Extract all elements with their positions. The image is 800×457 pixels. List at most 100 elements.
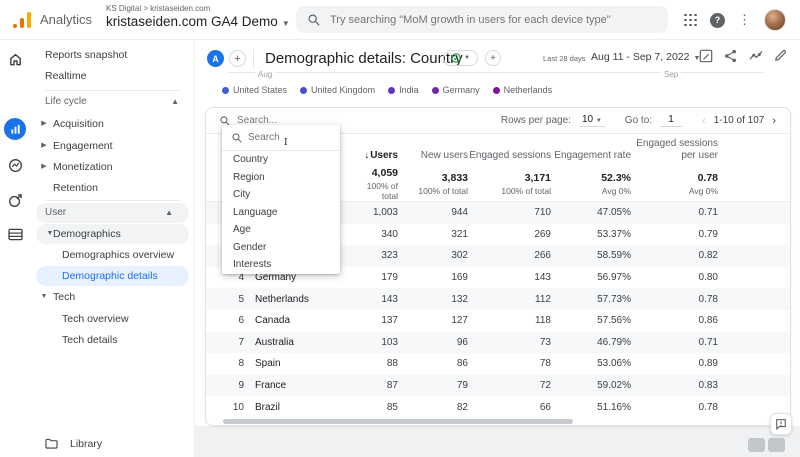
horizontal-scrollbar[interactable] — [223, 419, 573, 424]
check-circle-icon — [451, 53, 461, 63]
sidebar-item-demographics-overview[interactable]: Demographics overview — [30, 245, 195, 265]
cell-users: 87 — [386, 380, 398, 392]
legend-item: Netherlands — [492, 85, 552, 95]
overlay-control[interactable] — [768, 438, 785, 452]
dropdown-item-age[interactable]: Age — [222, 221, 340, 239]
sidebar-item-acquisition[interactable]: ▶ Acquisition — [30, 114, 195, 134]
cell-new-users: 79 — [456, 380, 468, 392]
expand-down-icon: ▼ — [40, 293, 48, 300]
cell-engaged-sessions: 118 — [535, 315, 551, 327]
legend-item: United Kingdom — [300, 85, 375, 95]
column-header-new-users[interactable]: New users — [398, 150, 468, 162]
cell-engaged-per-user: 0.78 — [698, 293, 718, 305]
help-icon[interactable]: ? — [710, 12, 725, 28]
axis-label-sep: Sep — [661, 70, 682, 79]
rows-per-page-label: Rows per page: — [500, 115, 571, 126]
explore-icon[interactable] — [8, 158, 24, 174]
brand-label: Analytics — [40, 12, 93, 27]
more-options-icon[interactable]: ⋮ — [738, 12, 751, 28]
sidebar-item-library[interactable]: Library — [30, 434, 195, 454]
reports-icon[interactable] — [4, 118, 26, 140]
edit-pencil-icon[interactable] — [774, 49, 788, 63]
rows-per-page-select[interactable]: 10 ▼ — [578, 114, 605, 127]
home-icon[interactable] — [8, 52, 24, 68]
sidebar-divider — [45, 90, 180, 91]
workspace-avatar[interactable]: A — [207, 50, 224, 67]
cell-new-users: 944 — [451, 207, 468, 219]
cell-engaged-sessions: 73 — [539, 336, 551, 348]
cell-users: 340 — [381, 228, 398, 240]
share-icon[interactable] — [724, 49, 738, 63]
dropdown-item-language[interactable]: Language — [222, 204, 340, 222]
sidebar-item-monetization[interactable]: ▶ Monetization — [30, 157, 195, 177]
admin-table-icon[interactable] — [8, 228, 24, 244]
sidebar-item-realtime[interactable]: Realtime — [30, 66, 195, 86]
legend-dot — [222, 86, 229, 94]
cell-engagement-rate: 58.59% — [597, 250, 631, 262]
row-index: 7 — [238, 336, 244, 348]
dropdown-item-region[interactable]: Region — [222, 169, 340, 187]
add-report-button[interactable]: + — [485, 50, 501, 66]
row-index: 5 — [238, 293, 244, 305]
nav-rail: ⚙ — [0, 40, 30, 457]
dropdown-item-interests[interactable]: Interests — [222, 256, 340, 274]
dropdown-search[interactable] — [222, 125, 340, 151]
sidebar-item-tech[interactable]: ▼ Tech — [30, 287, 195, 307]
apps-grid-icon[interactable] — [684, 13, 697, 27]
cell-engagement-rate: 57.56% — [597, 315, 631, 327]
chevron-down-icon: ▼ — [281, 19, 290, 28]
expand-down-icon: ▼ — [46, 230, 54, 237]
dropdown-search-input[interactable] — [248, 132, 318, 143]
column-header-engagement-rate[interactable]: Engagement rate — [551, 150, 631, 162]
goto-page-input[interactable]: 1 — [660, 114, 683, 127]
sidebar-item-retention[interactable]: Retention — [30, 178, 195, 198]
cell-new-users: 169 — [451, 272, 468, 284]
date-range-picker[interactable]: Aug 11 - Sep 7, 2022 ▼ — [591, 51, 700, 63]
global-search[interactable] — [296, 6, 668, 33]
chart-axis-line — [228, 72, 763, 73]
sidebar-item-tech-details[interactable]: Tech details — [30, 330, 195, 350]
user-avatar[interactable] — [764, 9, 786, 31]
sidebar-divider — [45, 200, 180, 201]
goto-label: Go to: — [624, 115, 653, 126]
advertising-icon[interactable] — [8, 193, 24, 209]
account-switcher[interactable]: KS Digital > kristaseiden.com kristaseid… — [106, 4, 290, 29]
cell-engaged-per-user: 0.78 — [698, 401, 718, 413]
sidebar-item-engagement[interactable]: ▶ Engagement — [30, 136, 195, 156]
prev-page-icon[interactable]: ‹ — [702, 115, 706, 127]
reports-sidebar: Reports snapshot Realtime Life cycle ▲ ▶ A… — [30, 40, 195, 457]
column-header-engaged-sessions[interactable]: Engaged sessions — [468, 150, 551, 162]
sidebar-item-demographic-details[interactable]: Demographic details — [36, 266, 189, 286]
cell-new-users: 127 — [451, 315, 468, 327]
customize-report-icon[interactable] — [699, 49, 713, 63]
row-index: 10 — [232, 401, 244, 413]
sidebar-item-reports-snapshot[interactable]: Reports snapshot — [30, 45, 195, 65]
sidebar-section-life-cycle[interactable]: Life cycle ▲ — [30, 92, 195, 112]
overlay-control[interactable] — [748, 438, 765, 452]
folder-icon — [45, 438, 58, 449]
cell-engaged-sessions: 112 — [535, 293, 551, 305]
dropdown-item-country[interactable]: Country — [222, 151, 340, 169]
column-header-users[interactable]: ↓Users — [356, 150, 398, 162]
global-search-input[interactable] — [330, 13, 650, 26]
report-status-button[interactable]: ▼ — [443, 50, 478, 66]
date-preset-label: Last 28 days — [543, 54, 586, 63]
feedback-button[interactable] — [770, 413, 792, 435]
sidebar-item-demographics[interactable]: ▼ Demographics — [36, 224, 189, 244]
insights-icon[interactable] — [749, 49, 763, 63]
total-engaged-sessions: 3,171 — [524, 172, 551, 184]
add-comparison-button[interactable]: + — [229, 50, 246, 67]
sidebar-item-tech-overview[interactable]: Tech overview — [30, 309, 195, 329]
sidebar-section-user[interactable]: User ▲ — [36, 203, 189, 223]
chevron-down-icon: ▼ — [595, 118, 602, 124]
dropdown-item-gender[interactable]: Gender — [222, 239, 340, 257]
cell-new-users: 321 — [451, 228, 468, 240]
legend-item: India — [388, 85, 419, 95]
column-header-engaged-per-user[interactable]: Engaged sessions per user — [631, 138, 718, 161]
next-page-icon[interactable]: › — [772, 115, 776, 127]
cell-engaged-sessions: 710 — [534, 207, 551, 219]
cell-engagement-rate: 51.16% — [597, 401, 631, 413]
dropdown-item-city[interactable]: City — [222, 186, 340, 204]
table-row: 9 France 87 79 72 59.02% 0.83 — [206, 374, 790, 397]
page-title: Demographic details: Country — [265, 50, 463, 67]
